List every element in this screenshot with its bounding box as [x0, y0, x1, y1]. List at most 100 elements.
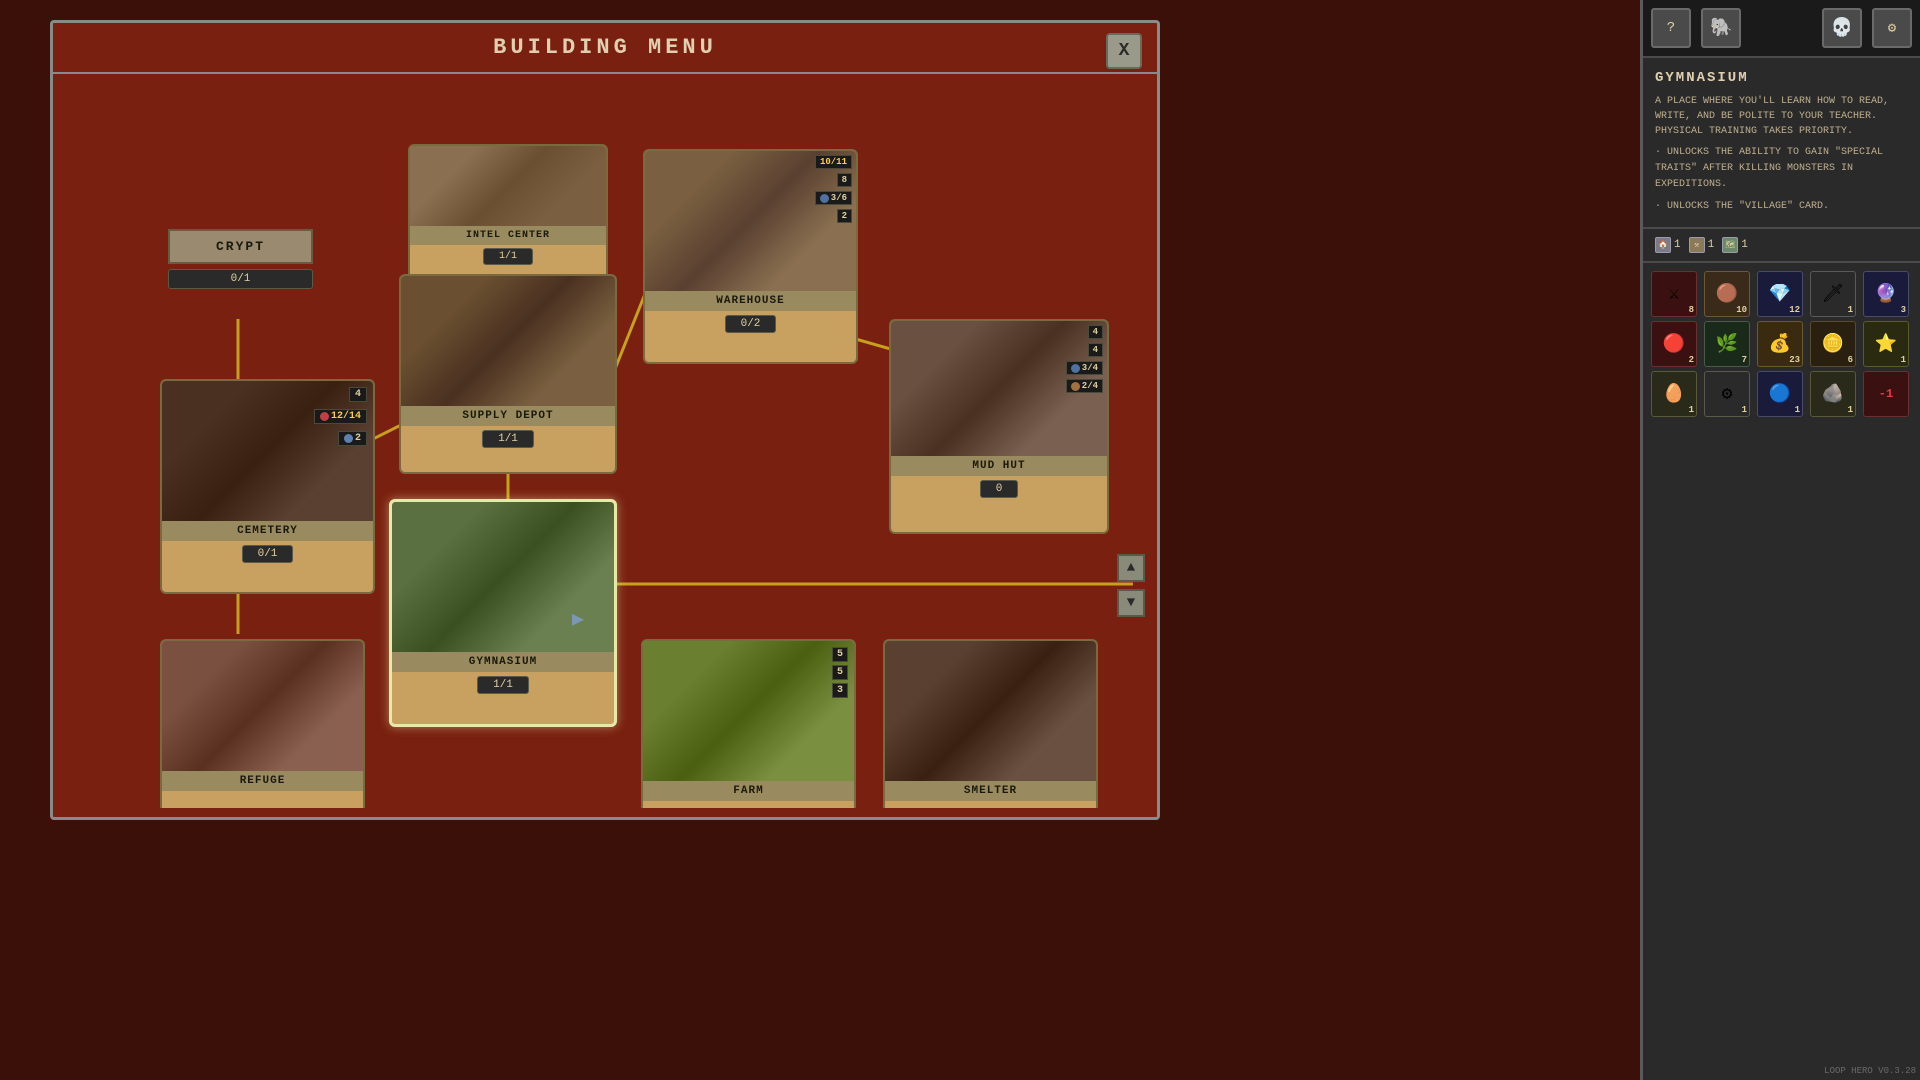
sword-count: 8 [1689, 305, 1694, 315]
crypt-counter: 0/1 [168, 269, 313, 289]
farm-image: 5 5 3 [643, 641, 854, 781]
help-button[interactable]: ? [1651, 8, 1691, 48]
map-slot-icon: 🗺 [1722, 237, 1738, 253]
building-menu-panel: BUILDING MENU X CRYPT [50, 20, 1160, 820]
gem-count: 12 [1789, 305, 1800, 315]
coin-icon: 🪙 [1822, 333, 1844, 355]
warehouse-building[interactable]: 10/11 8 3/6 2 WAREHOUSE 0/2 [643, 149, 858, 364]
info-bullet-1: · UNLOCKS THE ABILITY TO GAIN "SPECIAL T… [1655, 145, 1908, 193]
rock-count: 1 [1848, 405, 1853, 415]
slot-count-3: 1 [1741, 239, 1748, 251]
mh-res4: 2/4 [1066, 379, 1103, 393]
cemetery-counter: 0/1 [242, 545, 294, 563]
info-description: A PLACE WHERE YOU'LL LEARN HOW TO READ, … [1655, 94, 1908, 139]
cemetery-label: CEMETERY [162, 521, 373, 541]
supply-depot-building[interactable]: SUPPLY DEPOT 1/1 [399, 274, 617, 474]
intel-center-building[interactable]: INTEL CENTER 1/1 [408, 144, 608, 284]
resource-slots-bar: 🏠 1 ⚒ 1 🗺 1 [1643, 229, 1920, 263]
res-cell-red[interactable]: 🔴 2 [1651, 321, 1697, 367]
warehouse-label: WAREHOUSE [645, 291, 856, 311]
menu-title: BUILDING MENU [53, 23, 1157, 74]
refuge-building[interactable]: REFUGE [160, 639, 365, 808]
close-button[interactable]: X [1106, 33, 1142, 69]
wh-res4: 2 [837, 209, 852, 223]
mh-res3: 3/4 [1066, 361, 1103, 375]
red-icon: 🔴 [1663, 333, 1685, 355]
cemetery-res1: 4 [349, 387, 367, 402]
skull-button[interactable]: 💀 [1822, 8, 1862, 48]
gymnasium-counter: 1/1 [477, 676, 529, 694]
wh-res3: 3/6 [815, 191, 852, 205]
gold-count: 23 [1789, 355, 1800, 365]
top-icon-bar: ? 🐘 💀 ⚙ [1643, 0, 1920, 58]
farm-res3: 3 [832, 683, 848, 698]
dagger-icon: 🗡 [1822, 283, 1845, 305]
cemetery-building[interactable]: 4 12/14 2 CEMETERY 0/1 [160, 379, 375, 594]
neg-icon: -1 [1879, 387, 1893, 401]
resource-inventory-grid: ⚔ 8 🟤 10 💎 12 🗡 1 🔮 3 🔴 2 🌿 7 💰 [1643, 263, 1920, 425]
herb-icon: 🌿 [1716, 333, 1738, 355]
supply-depot-label: SUPPLY DEPOT [401, 406, 615, 426]
farm-building[interactable]: 5 5 3 FARM [641, 639, 856, 808]
crypt-building[interactable]: CRYPT 0/1 [168, 229, 313, 289]
refuge-image [162, 641, 363, 771]
farm-res1: 5 [832, 647, 848, 662]
brown-count: 10 [1736, 305, 1747, 315]
red-count: 2 [1689, 355, 1694, 365]
dagger-count: 1 [1848, 305, 1853, 315]
supply-depot-image [401, 276, 615, 406]
gymnasium-building[interactable]: ▶ GYMNASIUM 1/1 [389, 499, 617, 727]
slot-count-1: 1 [1674, 239, 1681, 251]
mud-hut-label: MUD HUT [891, 456, 1107, 476]
res-cell-egg[interactable]: 🥚 1 [1651, 371, 1697, 417]
mud-hut-image: 4 4 3/4 2/4 [891, 321, 1107, 456]
res-cell-orb[interactable]: 🔮 3 [1863, 271, 1909, 317]
farm-res2: 5 [832, 665, 848, 680]
slot-item-1: 🏠 1 [1655, 237, 1681, 253]
orb-count: 3 [1901, 305, 1906, 315]
res-cell-herb[interactable]: 🌿 7 [1704, 321, 1750, 367]
smelter-building[interactable]: SMELTER [883, 639, 1098, 808]
menu-content: CRYPT 0/1 4 12/14 2 CEMETERY 0/1 INTEL C… [53, 74, 1157, 808]
mud-hut-building[interactable]: 4 4 3/4 2/4 MUD HUT 0 [889, 319, 1109, 534]
res-cell-gear[interactable]: ⚙ 1 [1704, 371, 1750, 417]
res-cell-dagger[interactable]: 🗡 1 [1810, 271, 1856, 317]
gold-icon: 💰 [1769, 333, 1791, 355]
res-cell-brown[interactable]: 🟤 10 [1704, 271, 1750, 317]
res-cell-neg[interactable]: -1 [1863, 371, 1909, 417]
egg-icon: 🥚 [1663, 383, 1685, 405]
version-text: LOOP HERO V0.3.28 [1824, 1066, 1916, 1076]
intel-center-label: INTEL CENTER [410, 226, 606, 245]
slot-item-3: 🗺 1 [1722, 237, 1748, 253]
mh-res1: 4 [1088, 325, 1103, 339]
warehouse-counter: 0/2 [725, 315, 777, 333]
cemetery-res2: 12/14 [314, 409, 367, 424]
wh-res1: 10/11 [815, 155, 852, 169]
refuge-label: REFUGE [162, 771, 363, 791]
mh-res2: 4 [1088, 343, 1103, 357]
res-cell-star[interactable]: ⭐ 1 [1863, 321, 1909, 367]
warehouse-image: 10/11 8 3/6 2 [645, 151, 856, 291]
res-cell-coin[interactable]: 🪙 6 [1810, 321, 1856, 367]
res-cell-rock[interactable]: 🪨 1 [1810, 371, 1856, 417]
gem-icon: 💎 [1769, 283, 1791, 305]
intel-counter: 1/1 [483, 248, 533, 265]
creature-button[interactable]: 🐘 [1701, 8, 1741, 48]
building-slot-icon: 🏠 [1655, 237, 1671, 253]
res-cell-gold[interactable]: 💰 23 [1757, 321, 1803, 367]
right-panel: ? 🐘 💀 ⚙ GYMNASIUM A PLACE WHERE YOU'LL L… [1640, 0, 1920, 1080]
herb-count: 7 [1742, 355, 1747, 365]
res-cell-gem[interactable]: 💎 12 [1757, 271, 1803, 317]
gymnasium-label: GYMNASIUM [392, 652, 614, 672]
supply-counter: 1/1 [482, 430, 534, 448]
brown-icon: 🟤 [1716, 283, 1738, 305]
settings-button[interactable]: ⚙ [1872, 8, 1912, 48]
mud-hut-counter: 0 [980, 480, 1019, 498]
scroll-up-button[interactable]: ▲ [1117, 554, 1145, 582]
farm-label: FARM [643, 781, 854, 801]
res-cell-blue[interactable]: 🔵 1 [1757, 371, 1803, 417]
scroll-down-button[interactable]: ▼ [1117, 589, 1145, 617]
res-cell-sword[interactable]: ⚔ 8 [1651, 271, 1697, 317]
rock-icon: 🪨 [1822, 383, 1844, 405]
wh-res2: 8 [837, 173, 852, 187]
